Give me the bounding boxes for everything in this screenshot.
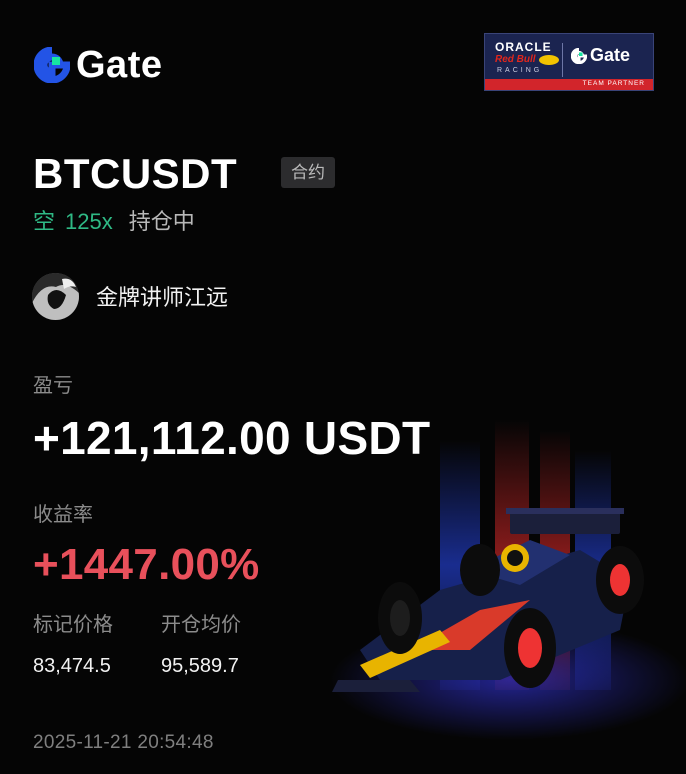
mark-price-value: 83,474.5 [33, 655, 111, 677]
redbull-sun-icon [539, 55, 559, 65]
timestamp: 2025-11-21 20:54:48 [33, 732, 214, 753]
partner-gate-text: Gate [590, 45, 631, 65]
team-partner-text: TEAM PARTNER [582, 80, 645, 87]
brand-name: Gate [76, 44, 163, 86]
pnl-share-card: Gate ORACLE Red Bull RACING Gate TEAM PA… [0, 0, 686, 774]
team-partner-strip: TEAM PARTNER [485, 79, 653, 90]
roi-label: 收益率 [33, 504, 93, 526]
racing-text: RACING [497, 67, 543, 74]
mark-price-label: 标记价格 [33, 614, 113, 636]
direction-label: 空 [33, 209, 56, 234]
position-info: 空 125x 持仓中 [33, 208, 195, 236]
f1-car-illustration [330, 420, 686, 740]
entry-price-label: 开仓均价 [161, 614, 241, 636]
gate-logo: Gate [34, 46, 162, 84]
avatar [32, 273, 79, 320]
pnl-label: 盈亏 [33, 375, 73, 397]
oracle-logo-text: ORACLE [495, 40, 552, 54]
partner-divider [562, 43, 563, 77]
contract-tag: 合约 [281, 157, 335, 188]
roi-value: +1447.00% [33, 540, 260, 589]
avatar-image [32, 273, 79, 320]
redbull-logo-text: Red Bull [495, 54, 536, 65]
gate-logo-icon [571, 47, 587, 64]
entry-price-value: 95,589.7 [161, 655, 239, 677]
author-name: 金牌讲师江远 [96, 285, 229, 310]
leverage-label: 125x [65, 209, 113, 234]
gate-logo-icon [34, 47, 70, 83]
position-status: 持仓中 [128, 209, 195, 234]
trading-pair: BTCUSDT [33, 150, 238, 197]
partner-gate-logo: Gate [571, 45, 630, 66]
partner-badge: ORACLE Red Bull RACING Gate TEAM PARTNER [484, 33, 654, 91]
